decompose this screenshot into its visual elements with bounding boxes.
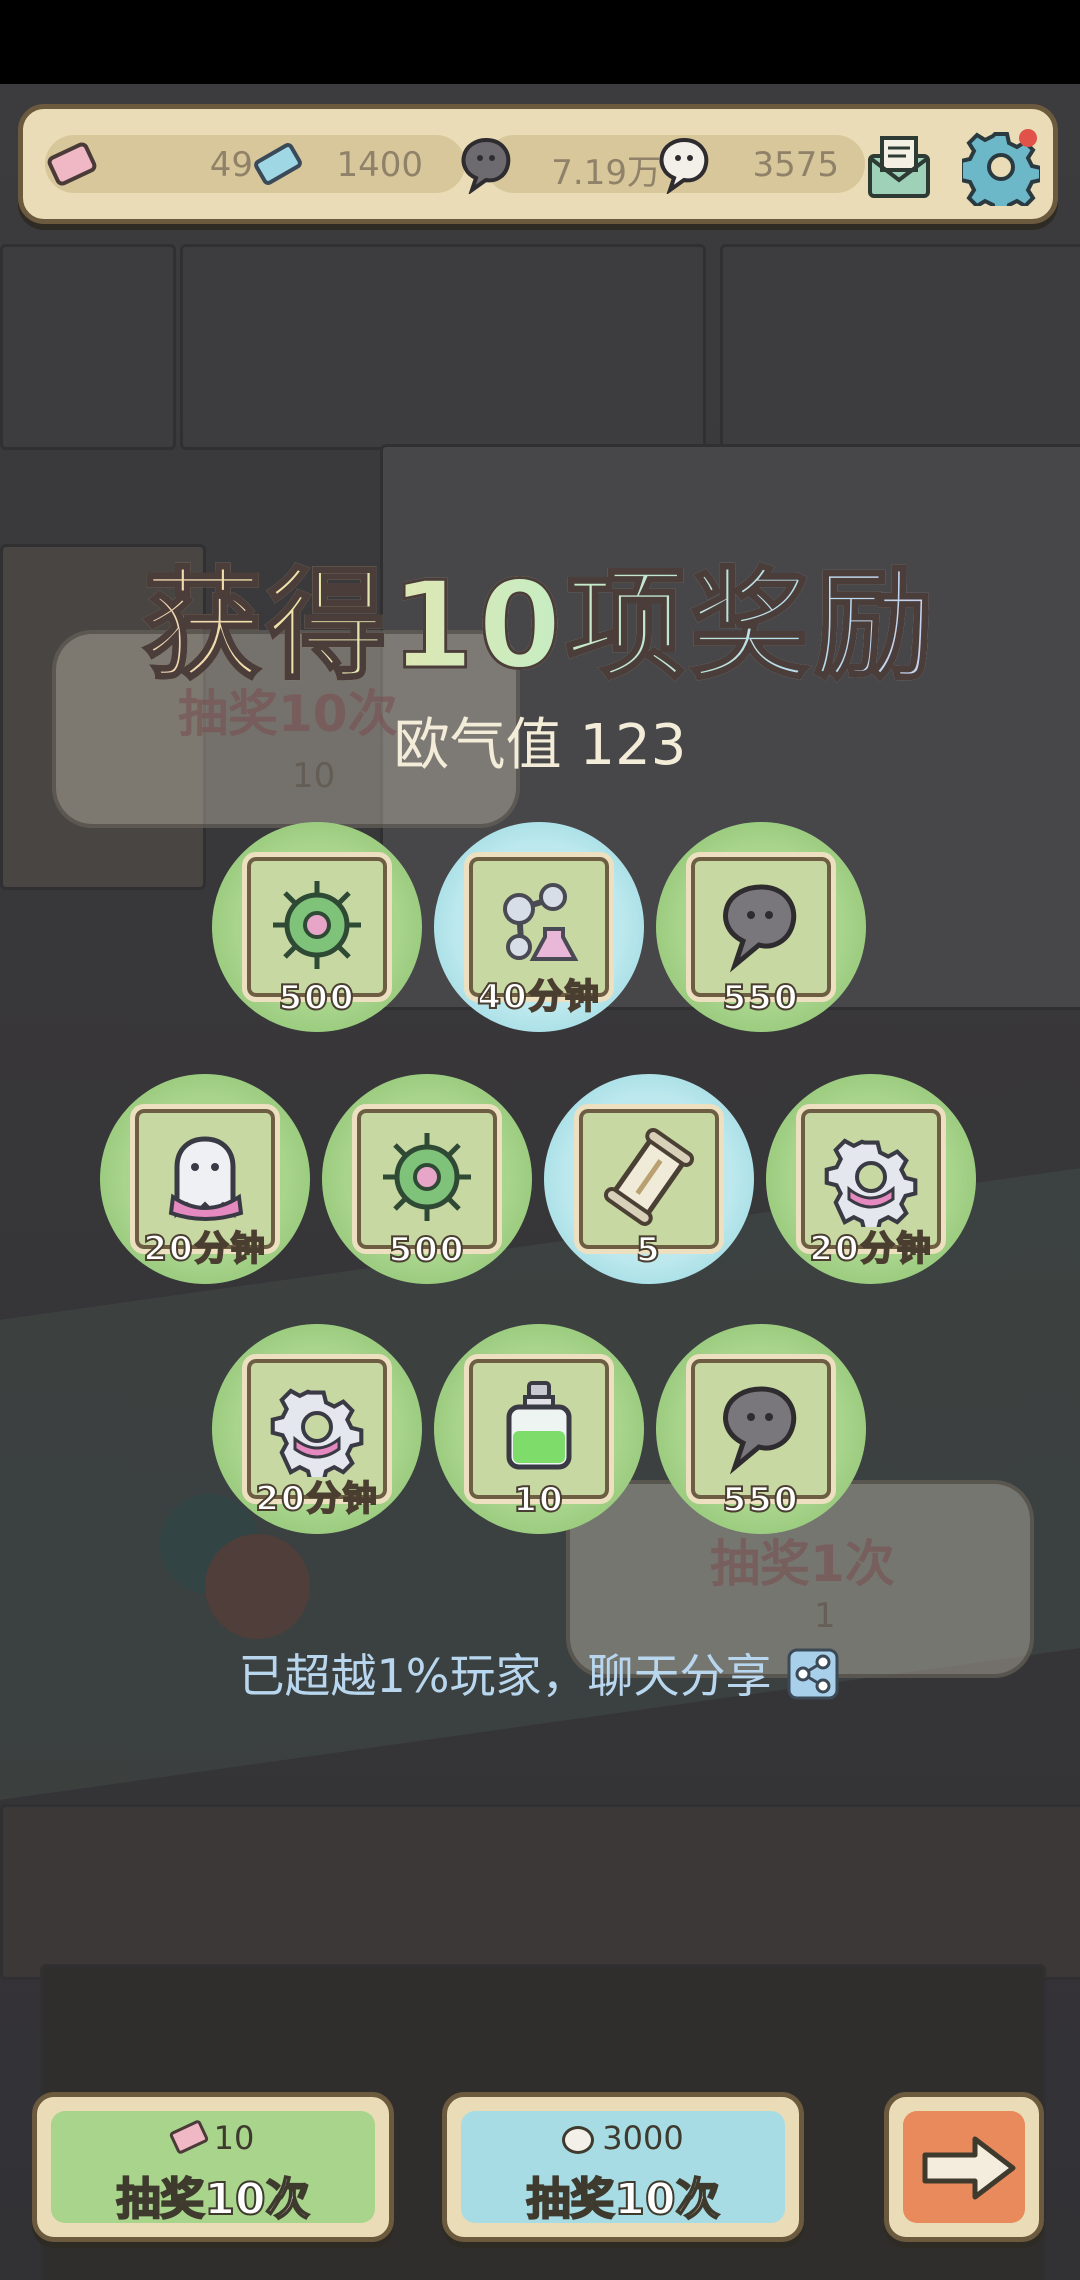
arrow-right-icon (919, 2133, 1019, 2207)
reward-quantity: 40分钟 (476, 976, 601, 1018)
ticket-count: 49 (209, 145, 253, 185)
soul-draw-cost: 3000 (447, 2119, 799, 2157)
reward-quantity: 20分钟 (254, 1478, 379, 1520)
resource-bar: 49 1400 7.19万 3575 (18, 104, 1058, 224)
reward-item[interactable]: 5 (544, 1074, 754, 1284)
next-arrow-button[interactable] (884, 2092, 1044, 2242)
reward-quantity: 550 (722, 1479, 800, 1521)
reward-item[interactable]: 550 (656, 1324, 866, 1534)
reward-quantity: 20分钟 (808, 1228, 933, 1270)
gear-icon (821, 1127, 921, 1234)
reward-item[interactable]: 20分钟 (100, 1074, 310, 1284)
ticket-draw-10-button[interactable]: 10 抽奖10次 (32, 2092, 394, 2242)
dark-soul-icon (453, 131, 519, 197)
light-soul-count: 3575 (752, 145, 839, 185)
reward-item[interactable]: 500 (212, 822, 422, 1032)
mail-icon[interactable] (859, 127, 939, 207)
reward-quantity: 500 (388, 1229, 466, 1271)
gear-icon (267, 1377, 367, 1484)
luck-value: 欧气值 123 (393, 713, 687, 778)
scroll-icon (599, 1127, 699, 1231)
reward-quantity: 550 (722, 977, 800, 1019)
soul-draw-10-button[interactable]: 3000 抽奖10次 (442, 2092, 804, 2242)
reward-item[interactable]: 40分钟 (434, 822, 644, 1032)
reward-item[interactable]: 20分钟 (766, 1074, 976, 1284)
gem-count: 1400 (336, 145, 423, 185)
ticket-icon (39, 131, 105, 197)
settings-gear-icon[interactable] (959, 125, 1043, 209)
light-soul-icon (651, 131, 717, 197)
dark-soul-icon (711, 875, 811, 979)
reward-title: 获得10项奖励 (0, 528, 1080, 702)
potion-bottle-icon (489, 1377, 589, 1481)
ticket-small-icon (168, 2118, 210, 2156)
ticket-draw-cost: 10 (37, 2118, 389, 2157)
share-icon[interactable] (785, 1646, 841, 1713)
share-prompt[interactable]: 已超越1%玩家，聊天分享 (0, 1640, 1080, 1713)
background-draw1-label: 抽奖1次 (710, 1535, 895, 1593)
gem-ticket-icon (245, 131, 311, 197)
soul-small-icon (562, 2126, 595, 2154)
reward-item[interactable]: 550 (656, 822, 866, 1032)
dark-soul-count: 7.19万 (551, 153, 661, 193)
virus-cell-icon (377, 1127, 477, 1231)
dark-soul-icon (711, 1377, 811, 1481)
reward-quantity: 10 (512, 1479, 565, 1521)
ticket-draw-label: 抽奖10次 (115, 2173, 310, 2226)
reward-quantity: 500 (278, 977, 356, 1019)
reward-quantity: 20分钟 (142, 1228, 267, 1270)
soul-draw-label: 抽奖10次 (525, 2173, 720, 2226)
virus-cell-icon (267, 875, 367, 979)
background-draw1-cost: 1 (814, 1596, 836, 1636)
molecule-flask-icon (489, 875, 589, 979)
status-bar (0, 0, 1080, 84)
reward-quantity: 5 (635, 1229, 662, 1271)
ghost-icon (155, 1127, 255, 1231)
share-text: 已超越1%玩家，聊天分享 (238, 1649, 772, 1703)
reward-item[interactable]: 500 (322, 1074, 532, 1284)
reward-item[interactable]: 10 (434, 1324, 644, 1534)
reward-item[interactable]: 20分钟 (212, 1324, 422, 1534)
